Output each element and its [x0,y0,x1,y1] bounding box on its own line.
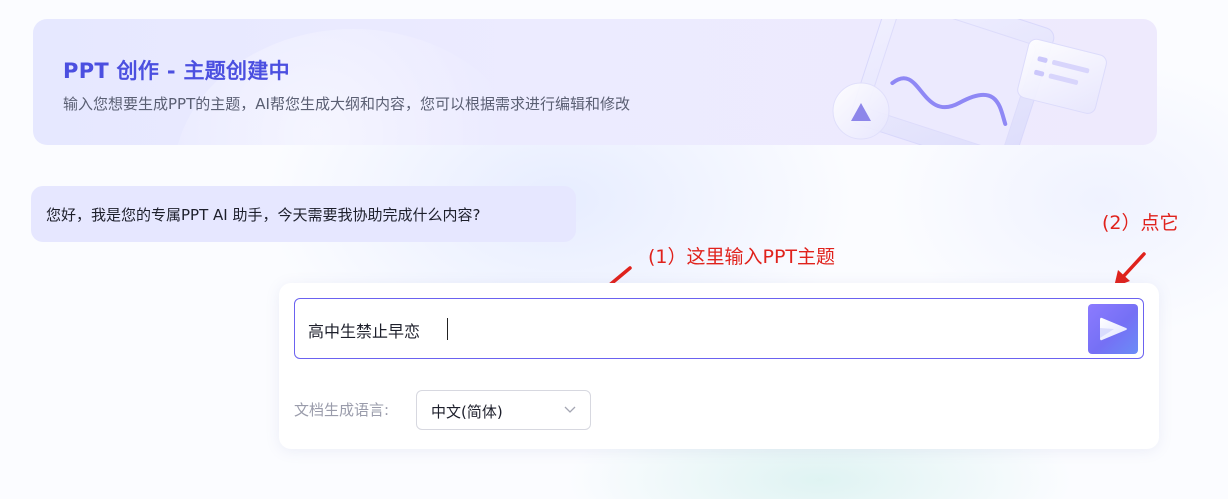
topic-input-card: 文档生成语言: 中文(简体) [279,283,1159,449]
banner-glow [173,29,533,145]
language-selected-value: 中文(简体) [431,403,503,421]
annotation-step1: (1）这里输入PPT主题 [648,246,836,268]
send-icon [1100,317,1127,341]
topic-input-box[interactable] [294,298,1144,359]
text-caret [447,318,448,340]
language-select[interactable]: 中文(简体) [416,390,591,430]
send-button[interactable] [1088,304,1138,354]
presentation-illustration [832,19,1107,145]
page-subtitle: 输入您想要生成PPT的主题，AI帮您生成大纲和内容，您可以根据需求进行编辑和修改 [63,95,630,113]
chevron-down-icon [564,406,576,413]
header-banner: PPT 创作 - 主题创建中 输入您想要生成PPT的主题，AI帮您生成大纲和内容… [33,19,1157,145]
page-title: PPT 创作 - 主题创建中 [63,59,290,83]
topic-input[interactable] [308,315,1068,345]
annotation-step2: (2）点它 [1102,212,1179,234]
assistant-greeting-bubble: 您好，我是您的专属PPT AI 助手，今天需要我协助完成什么内容? [31,186,576,242]
language-label: 文档生成语言: [294,401,390,419]
